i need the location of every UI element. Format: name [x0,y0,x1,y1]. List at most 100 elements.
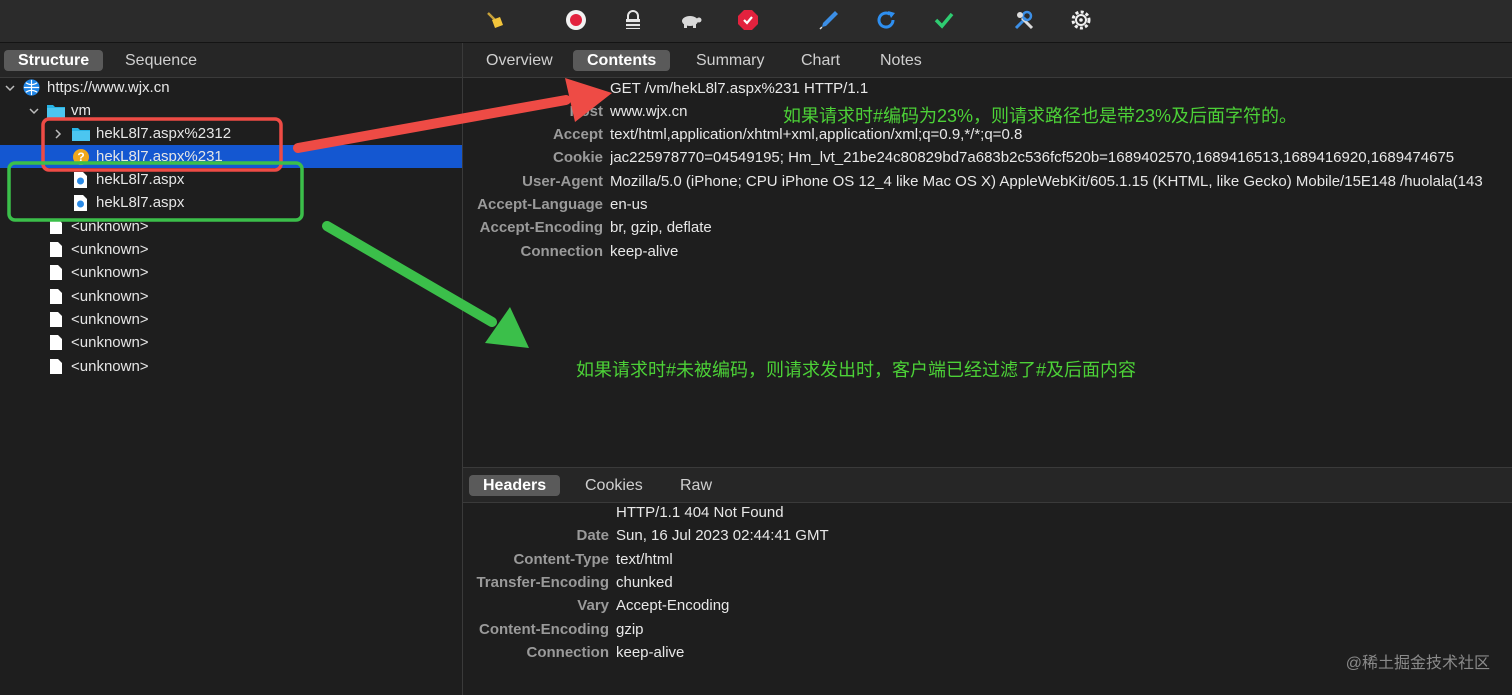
blank-file-icon [50,242,62,257]
tab-chart[interactable]: Chart [787,50,854,71]
tools-icon[interactable] [1012,8,1036,32]
globe-icon [23,79,40,96]
tab-sequence[interactable]: Sequence [111,50,211,71]
broom-icon[interactable] [483,8,507,32]
header-row: Content-Encoding [463,618,609,641]
blank-file-icon [50,359,62,374]
chevron-down-icon [5,85,15,92]
header-row: Content-Type [463,548,609,571]
header-row: Connection [463,240,604,263]
question-icon: ? [73,149,89,165]
tab-structure[interactable]: Structure [4,50,104,71]
tree-row-item[interactable]: hekL8l7.aspx%2312 [0,122,462,145]
header-row: Vary [463,594,609,617]
unknown-label: <unknown> [71,241,149,258]
header-row: Date [463,524,609,547]
header-row-value: jac225978770=04549195; Hm_lvt_21be24c808… [610,146,1512,169]
unknown-label: <unknown> [71,334,149,351]
tree-row-unknown[interactable]: <unknown> [0,215,462,238]
tree-row-item[interactable]: hekL8l7.aspx [0,168,462,191]
structure-pane: Structure Sequence https://www.wjx.cn vm… [0,43,463,695]
tab-notes[interactable]: Notes [866,50,936,71]
turtle-icon[interactable] [679,8,703,32]
blank-file-icon [50,265,62,280]
header-row: Host [463,100,603,123]
header-value: jac225978770=04549195; Hm_lvt_21be24c808… [610,149,1455,166]
header-row: Accept-Encoding [463,216,603,239]
blank-file-icon [50,219,62,234]
check-icon[interactable] [932,8,956,32]
request-line-text: GET /vm/hekL8l7.aspx%231 HTTP/1.1 [610,80,869,97]
chevron-down-icon [29,108,39,115]
item-label: hekL8l7.aspx%231 [96,148,223,165]
pen-icon[interactable] [817,8,841,32]
unknown-label: <unknown> [71,358,149,375]
tree-row-unknown[interactable]: <unknown> [0,285,462,308]
tab-headers[interactable]: Headers [469,475,561,496]
header-value: br, gzip, deflate [610,219,712,236]
header-row-value: Accept-Encoding [616,594,1506,617]
tree-row-folder-vm[interactable]: vm [0,99,462,122]
tree-row-unknown[interactable]: <unknown> [0,331,462,354]
left-tabbar: Structure Sequence [0,43,462,78]
record-icon[interactable] [564,8,588,32]
header-row-value: Sun, 16 Jul 2023 02:44:41 GMT [616,524,1506,547]
header-row-value: text/html [616,548,1506,571]
folder-icon [72,128,90,141]
tree-row-item-selected[interactable]: ? hekL8l7.aspx%231 [0,145,462,168]
header-key: Connection [520,243,604,260]
tab-summary[interactable]: Summary [682,50,778,71]
tree-row-unknown[interactable]: <unknown> [0,261,462,284]
header-row-value: gzip [616,618,1506,641]
watermark: @稀土掘金技术社区 [1345,655,1490,672]
item-label: hekL8l7.aspx [96,194,185,211]
header-row: Transfer-Encoding [463,571,609,594]
header-row-value: chunked [616,571,1506,594]
header-key: Cookie [552,149,603,166]
stop-icon[interactable] [736,8,760,32]
item-label: hekL8l7.aspx%2312 [96,125,232,142]
header-key: Accept [552,126,603,143]
header-row-value: br, gzip, deflate [610,216,1500,239]
lock-icon[interactable] [621,8,645,32]
annotation-bottom: 如果请求时#未被编码，则请求发出时，客户端已经过滤了#及后面内容 [576,360,1137,380]
host-label: https://www.wjx.cn [47,79,170,96]
unknown-label: <unknown> [71,218,149,235]
header-value: Mozilla/5.0 (iPhone; CPU iPhone OS 12_4 … [610,173,1483,190]
header-key: Accept-Encoding [479,219,603,236]
tree-row-host[interactable]: https://www.wjx.cn [0,76,462,99]
file-icon [74,172,87,188]
request-line: GET /vm/hekL8l7.aspx%231 HTTP/1.1 [610,77,1510,100]
header-key: User-Agent [522,173,603,190]
header-value: Accept-Encoding [616,597,730,614]
header-row: Connection [463,641,610,664]
header-row: Accept [463,123,603,146]
annotation-top: 如果请求时#编码为23%，则请求路径也是带23%及后面字符的。 [783,106,1298,126]
header-row: Accept-Language [463,193,603,216]
tree-row-unknown[interactable]: <unknown> [0,308,462,331]
gear-icon[interactable] [1069,8,1093,32]
tab-contents[interactable]: Contents [573,50,671,71]
top-tabbar: Overview Contents Summary Chart Notes [463,43,1512,78]
unknown-label: <unknown> [71,288,149,305]
header-key: Content-Encoding [479,621,609,638]
tab-raw[interactable]: Raw [666,475,726,496]
header-row-value: en-us [610,193,1500,216]
blank-file-icon [50,312,62,327]
header-row: User-Agent [463,170,603,193]
tab-cookies[interactable]: Cookies [571,475,657,496]
response-line: HTTP/1.1 404 Not Found [616,501,1506,524]
tree-row-unknown[interactable]: <unknown> [0,355,462,378]
toolbar [0,0,1512,43]
svg-text:?: ? [77,150,84,164]
tab-overview[interactable]: Overview [472,50,567,71]
item-label: hekL8l7.aspx [96,171,185,188]
header-key: Host [569,103,603,120]
header-key: Connection [526,644,610,661]
header-value: gzip [616,621,644,638]
header-value: en-us [610,196,648,213]
refresh-icon[interactable] [874,8,898,32]
tree-row-unknown[interactable]: <unknown> [0,238,462,261]
tree-row-item[interactable]: hekL8l7.aspx [0,191,462,214]
header-key: Content-Type [513,551,609,568]
